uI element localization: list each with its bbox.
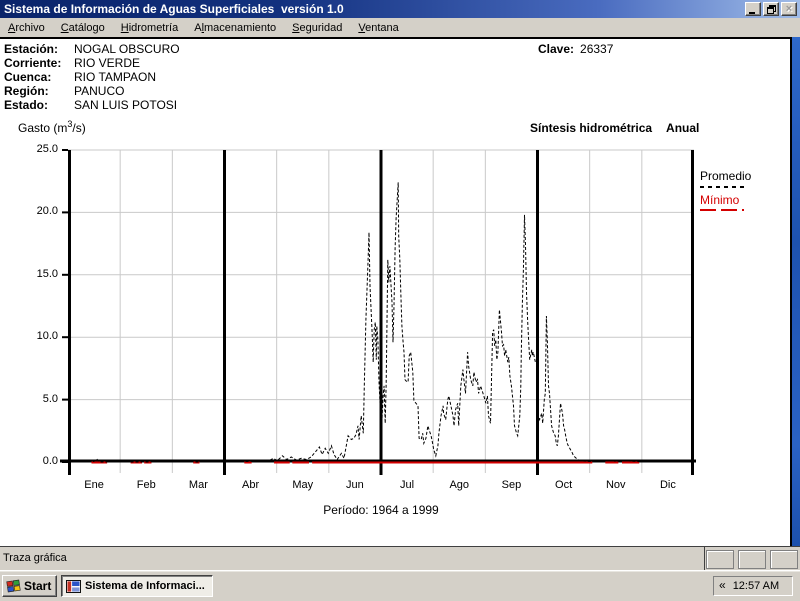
app-icon	[66, 580, 81, 593]
clave-field: Clave: 26337	[538, 42, 613, 56]
y-tick-label: 10.0	[20, 330, 58, 342]
window-controls: ×	[745, 2, 800, 16]
station-value: NOGAL OBSCURO	[74, 42, 180, 56]
chart-title: Síntesis hidrométricaAnual	[530, 121, 699, 135]
clave-label: Clave:	[538, 42, 574, 56]
taskbar-task-sistema[interactable]: Sistema de Informaci...	[61, 575, 213, 597]
status-divider	[704, 547, 705, 571]
x-axis-labels: EneFebMarAbrMayJunJulAgoSepOctNovDic	[68, 479, 694, 492]
system-tray: « 12:57 AM	[713, 576, 793, 596]
title-bar[interactable]: Sistema de Información de Aguas Superfic…	[0, 0, 800, 18]
x-tick-label: Jul	[381, 479, 433, 491]
windows-logo-icon	[6, 579, 21, 593]
status-panels	[706, 550, 798, 569]
station-row: Corriente:RIO VERDE	[4, 56, 140, 70]
close-icon: ×	[786, 4, 792, 14]
x-tick-label: Feb	[120, 479, 172, 491]
clave-value: 26337	[580, 42, 613, 56]
y-tick-label: 15.0	[20, 268, 58, 280]
station-row: Estación:NOGAL OBSCURO	[4, 42, 180, 56]
task-label: Sistema de Informaci...	[85, 580, 205, 592]
x-tick-label: Nov	[590, 479, 642, 491]
y-tick-label: 25.0	[20, 143, 58, 155]
x-tick-label: May	[277, 479, 329, 491]
station-value: RIO VERDE	[74, 56, 140, 70]
x-tick-label: Dic	[642, 479, 694, 491]
chart-plot-area	[68, 150, 694, 462]
desktop-edge	[792, 37, 800, 546]
menu-seguridad[interactable]: Seguridad	[284, 20, 350, 36]
chart-legend: Promedio Mínimo	[700, 169, 784, 211]
status-text: Traza gráfica	[3, 552, 67, 564]
station-value: PANUCO	[74, 84, 124, 98]
station-label: Estación:	[4, 42, 74, 56]
menu-almacenamiento[interactable]: Almacenamiento	[186, 20, 284, 36]
x-tick-label: Jun	[329, 479, 381, 491]
legend-minimo-label: Mínimo	[700, 193, 784, 207]
start-label: Start	[24, 579, 51, 593]
station-label: Corriente:	[4, 56, 74, 70]
x-tick-label: Ene	[68, 479, 120, 491]
close-button[interactable]: ×	[781, 2, 797, 16]
y-tick-label: 5.0	[20, 393, 58, 405]
menu-archivo[interactable]: Archivo	[0, 20, 53, 36]
station-row: Estado:SAN LUIS POTOSI	[4, 98, 177, 112]
client-area: Estación:NOGAL OBSCURO Corriente:RIO VER…	[0, 37, 792, 546]
tray-chevron-icon[interactable]: «	[714, 578, 731, 594]
x-tick-label: Mar	[172, 479, 224, 491]
station-label: Estado:	[4, 98, 74, 112]
y-tick-label: 0.0	[20, 455, 58, 467]
x-tick-label: Sep	[485, 479, 537, 491]
status-panel	[738, 550, 766, 569]
station-row: Región:PANUCO	[4, 84, 124, 98]
menu-ventana[interactable]: Ventana	[350, 20, 406, 36]
station-value: SAN LUIS POTOSI	[74, 98, 177, 112]
y-axis-labels: 0.05.010.015.020.025.0	[26, 150, 64, 462]
legend-promedio-label: Promedio	[700, 169, 784, 183]
legend-minimo-line-sample	[700, 209, 744, 211]
legend-promedio-line-sample	[700, 186, 748, 188]
x-tick-label: Abr	[225, 479, 277, 491]
start-button[interactable]: Start	[2, 575, 57, 597]
y-tick-label: 20.0	[20, 205, 58, 217]
x-tick-label: Ago	[433, 479, 485, 491]
taskbar-clock[interactable]: 12:57 AM	[733, 580, 779, 592]
restore-icon	[767, 5, 776, 14]
chart-mode: Anual	[666, 121, 699, 135]
y-axis-title: Gasto (m3/s)	[18, 119, 86, 135]
period-caption: Período: 1964 a 1999	[68, 503, 694, 517]
status-panel	[770, 550, 798, 569]
station-label: Cuenca:	[4, 70, 74, 84]
chart-plot	[68, 150, 694, 462]
status-bar: Traza gráfica	[0, 546, 800, 571]
restore-button[interactable]	[763, 2, 779, 16]
menu-hidrometria[interactable]: Hidrometría	[113, 20, 186, 36]
station-row: Cuenca:RIO TAMPAON	[4, 70, 156, 84]
station-label: Región:	[4, 84, 74, 98]
minimize-icon	[749, 12, 755, 14]
x-tick-label: Oct	[538, 479, 590, 491]
menu-catalogo[interactable]: Catálogo	[53, 20, 113, 36]
window-title: Sistema de Información de Aguas Superfic…	[0, 2, 344, 16]
minimize-button[interactable]	[745, 2, 761, 16]
station-value: RIO TAMPAON	[74, 70, 156, 84]
status-panel	[706, 550, 734, 569]
taskbar: Start Sistema de Informaci... « 12:57 AM	[0, 570, 800, 601]
menu-bar: Archivo Catálogo Hidrometría Almacenamie…	[0, 18, 800, 37]
